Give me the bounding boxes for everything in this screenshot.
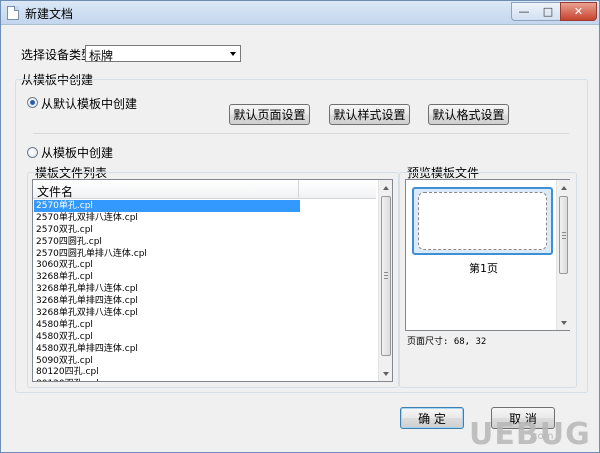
device-type-value: 标牌	[89, 49, 114, 63]
divider	[33, 133, 569, 134]
default-template-label[interactable]: 从默认模板中创建	[41, 95, 137, 112]
scroll-down-arrow[interactable]	[557, 315, 570, 330]
default-page-settings-label: 默认页面设置	[233, 108, 306, 122]
grip-line	[562, 232, 566, 233]
list-item[interactable]: 2570四圆孔.cpl	[34, 236, 376, 248]
grip-line	[562, 235, 566, 236]
list-item[interactable]: 80120四孔.cpl	[34, 366, 376, 378]
default-template-radio[interactable]	[27, 97, 38, 108]
default-format-settings-label: 默认格式设置	[432, 108, 505, 122]
page-size-text: 页面尺寸: 68, 32	[407, 337, 487, 347]
device-type-select[interactable]: 标牌	[85, 45, 241, 63]
ok-button[interactable]: 确 定	[400, 407, 464, 429]
list-item[interactable]: 2570四圆孔单排八连体.cpl	[34, 248, 376, 260]
title-bar[interactable]: 新建文档 — □ ✕	[1, 1, 599, 25]
grip-line	[384, 275, 388, 276]
preview-scrollbar[interactable]	[556, 180, 570, 330]
minimize-button[interactable]: —	[511, 2, 537, 21]
template-file-list[interactable]: 文件名 2570单孔.cpl 2570单孔双排八连体.cpl 2570双孔.cpl 2…	[32, 179, 393, 382]
maximize-icon: □	[542, 5, 554, 18]
close-icon: ✕	[573, 5, 584, 18]
minimize-icon: —	[518, 5, 530, 18]
list-item[interactable]: 3268单孔双排八连体.cpl	[34, 307, 376, 319]
scroll-up-arrow[interactable]	[379, 180, 392, 195]
column-divider[interactable]	[298, 180, 299, 199]
custom-template-label[interactable]: 从模板中创建	[41, 144, 113, 161]
list-item[interactable]: 80120双孔.cpl	[34, 378, 376, 381]
grip-line	[384, 272, 388, 273]
list-item[interactable]: 3060双孔.cpl	[34, 259, 376, 271]
scroll-up-arrow[interactable]	[557, 180, 570, 195]
file-list-scrollbar[interactable]	[378, 180, 392, 381]
scroll-down-arrow[interactable]	[379, 366, 392, 381]
file-rows: 2570单孔.cpl 2570单孔双排八连体.cpl 2570双孔.cpl 2570四…	[34, 200, 376, 381]
list-item[interactable]: 3268单孔.cpl	[34, 271, 376, 283]
grip-line	[384, 278, 388, 279]
default-page-settings-button[interactable]: 默认页面设置	[229, 104, 310, 125]
new-document-dialog: 新建文档 — □ ✕ 选择设备类型 标牌 从模板中创建 从默认模板中创建 默认页…	[0, 0, 600, 453]
maximize-button[interactable]: □	[536, 2, 561, 21]
page-label: 第1页	[469, 262, 498, 275]
list-item[interactable]: 2570单孔双排八连体.cpl	[34, 212, 376, 224]
watermark-suffix: .com	[529, 431, 554, 442]
preview-scroll-thumb[interactable]	[559, 196, 568, 274]
list-item[interactable]: 4580双孔单排四连体.cpl	[34, 343, 376, 355]
document-icon	[7, 6, 19, 20]
list-item[interactable]: 3268单孔单排八连体.cpl	[34, 283, 376, 295]
template-preview-panel[interactable]: 第1页	[405, 179, 570, 331]
list-item[interactable]: 4580单孔.cpl	[34, 319, 376, 331]
ok-label: 确 定	[418, 411, 446, 426]
page-canvas	[418, 192, 547, 250]
preview-info: 页面尺寸: 68, 32	[405, 331, 570, 382]
list-item[interactable]: 2570双孔.cpl	[34, 224, 376, 236]
page-thumbnail[interactable]	[412, 187, 553, 255]
list-item[interactable]: 2570单孔.cpl	[34, 200, 300, 212]
scroll-thumb[interactable]	[381, 196, 391, 356]
default-style-settings-button[interactable]: 默认样式设置	[329, 104, 410, 125]
chevron-down-icon	[230, 52, 236, 56]
arrow-up-icon	[383, 185, 389, 190]
list-item[interactable]: 5090双孔.cpl	[34, 355, 376, 367]
column-header-filename[interactable]: 文件名	[37, 183, 73, 200]
default-style-settings-label: 默认样式设置	[333, 108, 406, 122]
grip-line	[562, 238, 566, 239]
default-format-settings-button[interactable]: 默认格式设置	[428, 104, 509, 125]
custom-template-radio[interactable]	[27, 147, 38, 158]
arrow-down-icon	[383, 371, 389, 376]
arrow-down-icon	[560, 320, 567, 325]
close-button[interactable]: ✕	[560, 2, 597, 21]
list-item[interactable]: 4580双孔.cpl	[34, 331, 376, 343]
arrow-up-icon	[560, 185, 567, 190]
device-type-label: 选择设备类型	[21, 48, 94, 62]
list-header[interactable]: 文件名	[33, 180, 376, 199]
list-item[interactable]: 3268单孔单排四连体.cpl	[34, 295, 376, 307]
window-title: 新建文档	[25, 7, 74, 21]
